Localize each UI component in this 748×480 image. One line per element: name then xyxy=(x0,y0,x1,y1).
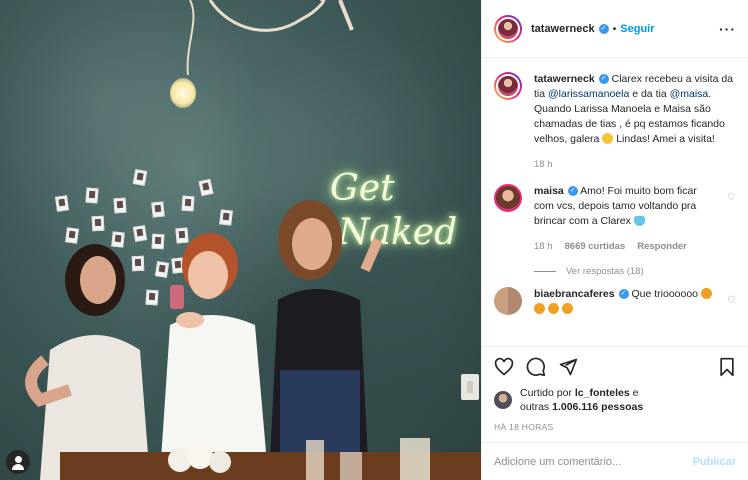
comment-time[interactable]: 18 h xyxy=(534,239,553,254)
verified-badge-icon: ✓ xyxy=(567,186,578,197)
light-bulb xyxy=(170,78,196,108)
wall-polaroid xyxy=(91,215,105,232)
likes-others-count[interactable]: 1.006.116 pessoas xyxy=(552,401,643,413)
caption-time[interactable]: 18 h xyxy=(534,157,553,172)
perfume-bottles xyxy=(306,438,430,480)
avatar-image xyxy=(496,74,520,98)
follow-button[interactable]: Seguir xyxy=(620,23,654,35)
comments-area[interactable]: tatawerneck ✓ Clarex recebeu a visita da … xyxy=(482,58,748,346)
heart-eyes-emoji-icon xyxy=(700,288,712,299)
action-bar xyxy=(482,346,748,386)
commenter-avatar[interactable] xyxy=(494,287,522,315)
post-header: tatawerneck ✓ • Seguir ··· xyxy=(482,0,748,58)
wall-polaroid xyxy=(55,195,69,212)
hanging-rope-decoration xyxy=(186,0,354,76)
caption-username[interactable]: tatawerneck xyxy=(534,73,595,85)
instagram-post: Get Naked tatawerneck ✓ • Seguir ··· tat… xyxy=(0,0,748,480)
caption-text-4: Lindas! Amei a visita! xyxy=(613,133,715,145)
caption-meta: 18 h xyxy=(534,157,736,172)
comment-input[interactable] xyxy=(494,455,693,468)
comment-username[interactable]: maisa xyxy=(534,185,564,197)
liker-username[interactable]: lc_fonteles xyxy=(575,387,630,399)
verified-badge-icon: ✓ xyxy=(598,74,609,85)
author-avatar[interactable] xyxy=(494,14,522,43)
save-bookmark-icon[interactable] xyxy=(718,357,736,377)
post-photo[interactable]: Get Naked xyxy=(0,0,481,480)
mention-maisa[interactable]: @maisa xyxy=(670,88,709,100)
view-replies-label: Ver respostas (18) xyxy=(566,266,644,277)
wall-polaroid xyxy=(113,197,127,214)
comment-item: maisa ✓ Amo! Foi muito bom ficar com vcs,… xyxy=(494,184,736,254)
comment-body: maisa ✓ Amo! Foi muito bom ficar com vcs,… xyxy=(534,184,736,254)
caption-body: tatawerneck ✓ Clarex recebeu a visita da … xyxy=(534,72,736,172)
like-comment-icon[interactable]: ♡ xyxy=(727,295,736,306)
likes-summary: Curtido por lc_fonteles e outras 1.006.1… xyxy=(482,386,748,414)
like-icon[interactable] xyxy=(494,357,514,377)
comment-likes[interactable]: 8669 curtidas xyxy=(565,239,626,254)
likes-middle: e xyxy=(629,387,639,399)
share-icon[interactable] xyxy=(558,357,578,377)
comment-body: biaebrancaferes ✓ Que trioooooo xyxy=(534,287,736,317)
post-time-ago[interactable]: HÁ 18 HORAS xyxy=(482,414,748,442)
comment-username[interactable]: biaebrancaferes xyxy=(534,288,615,300)
person-right xyxy=(270,200,383,460)
tagged-users-icon[interactable] xyxy=(6,450,30,474)
heart-eyes-emoji-icon xyxy=(534,303,545,314)
wall-polaroid xyxy=(151,201,165,218)
liker-avatar[interactable] xyxy=(494,391,512,409)
post-side-panel: tatawerneck ✓ • Seguir ··· tatawerneck ✓ … xyxy=(481,0,748,480)
caption-text-2: e da tia xyxy=(629,88,670,100)
comment-meta: 18 h 8669 curtidas Responder xyxy=(534,239,716,254)
likes-prefix: Curtido por xyxy=(520,387,575,399)
mention-larissamanoela[interactable]: @larissamanoela xyxy=(548,88,629,100)
likes-text: Curtido por lc_fonteles e outras 1.006.1… xyxy=(520,386,643,414)
caption: tatawerneck ✓ Clarex recebeu a visita da … xyxy=(494,72,736,172)
view-replies-button[interactable]: Ver respostas (18) xyxy=(534,266,736,277)
wall-polaroid xyxy=(132,169,148,186)
verified-badge-icon: ✓ xyxy=(598,23,609,34)
likes-others-prefix: outras xyxy=(520,401,553,413)
avatar-image xyxy=(496,16,520,41)
wall-polaroid xyxy=(85,187,99,204)
light-switch xyxy=(461,374,479,400)
heart-eyes-emoji-icon xyxy=(561,303,573,314)
like-comment-icon[interactable]: ♡ xyxy=(727,192,736,203)
person-left xyxy=(25,244,150,480)
blue-heart-emoji-icon xyxy=(633,216,645,226)
reply-button[interactable]: Responder xyxy=(637,239,687,254)
separator-dot: • xyxy=(612,22,617,35)
grinning-emoji-icon xyxy=(602,133,614,144)
more-options-icon[interactable]: ··· xyxy=(719,21,736,37)
wall-polaroid xyxy=(219,209,233,226)
heart-eyes-emoji-icon xyxy=(547,303,559,314)
comment-text: Que trioooooo xyxy=(631,288,701,300)
comment-item: biaebrancaferes ✓ Que trioooooo ♡ xyxy=(494,287,736,317)
comment-icon[interactable] xyxy=(526,357,546,377)
commenter-avatar[interactable] xyxy=(494,184,522,212)
wall-polaroid xyxy=(181,195,195,212)
add-comment-bar: Publicar xyxy=(482,442,748,480)
author-username[interactable]: tatawerneck xyxy=(531,23,595,35)
publish-button[interactable]: Publicar xyxy=(693,456,736,468)
verified-badge-icon: ✓ xyxy=(618,289,629,300)
caption-avatar[interactable] xyxy=(494,72,522,100)
flowers-decoration xyxy=(168,443,231,473)
